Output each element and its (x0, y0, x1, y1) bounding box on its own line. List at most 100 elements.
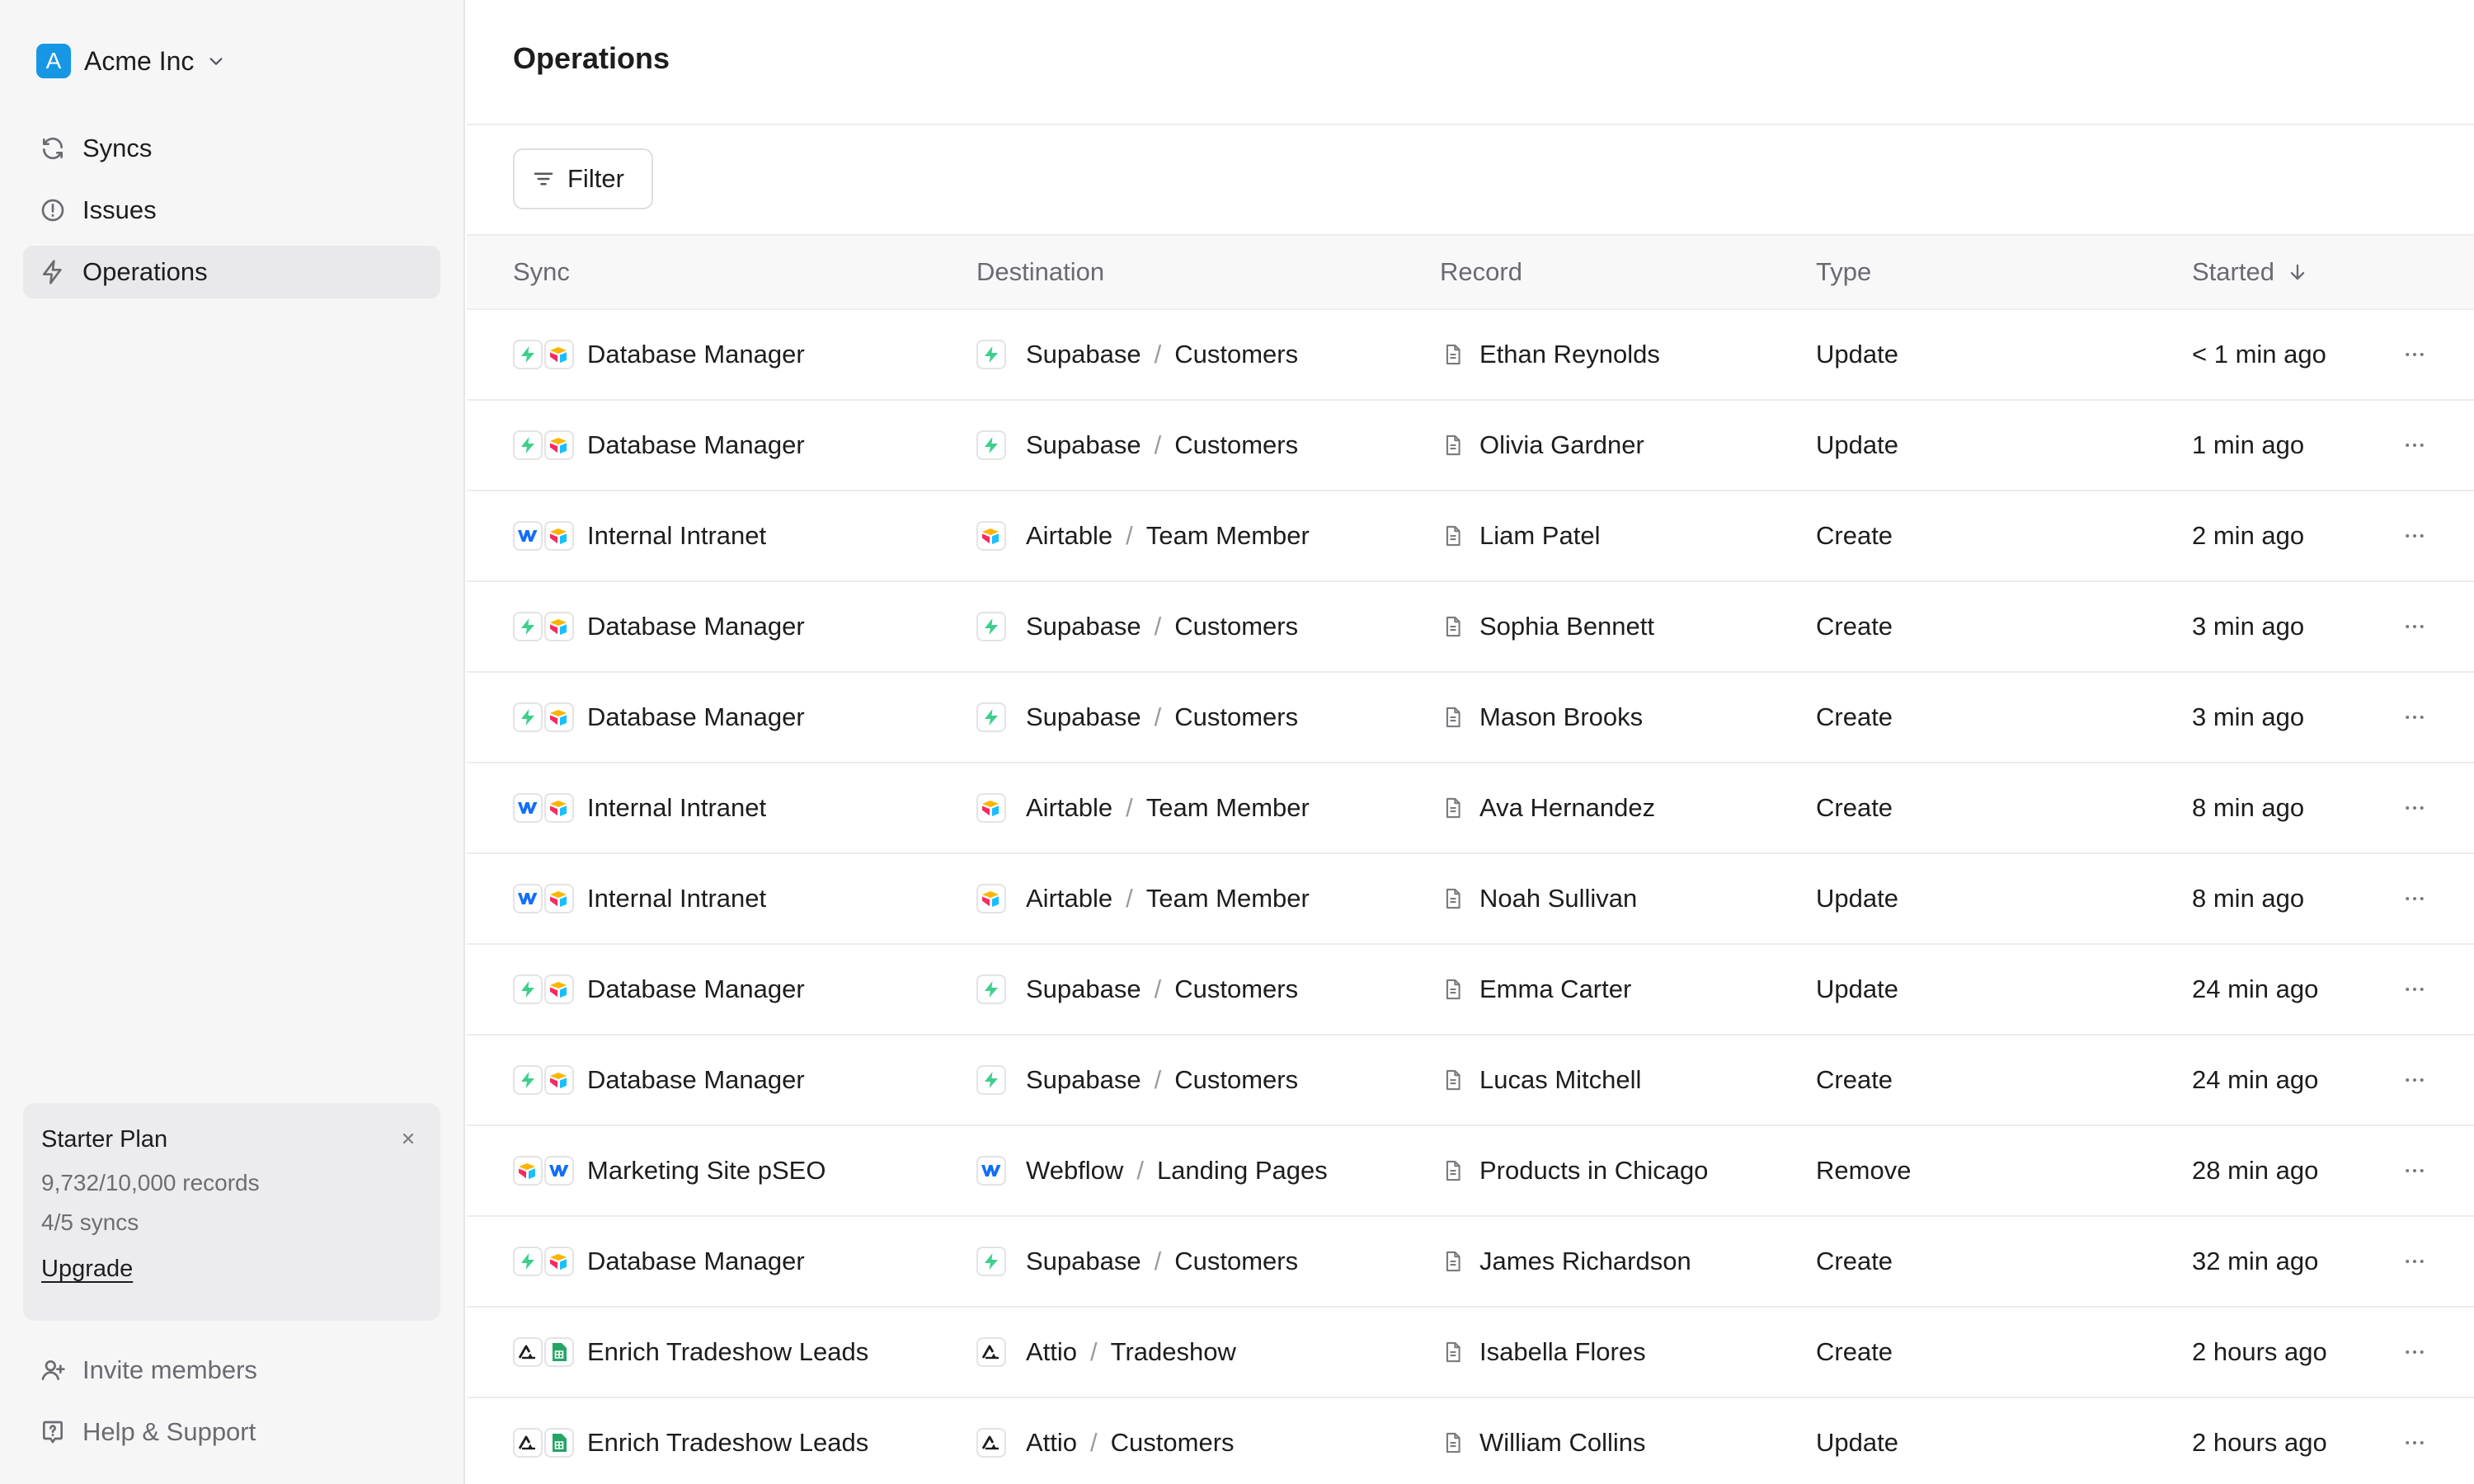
sidebar-item-syncs[interactable]: Syncs (23, 122, 440, 175)
close-icon[interactable] (397, 1128, 419, 1149)
destination-cell: Attio / Tradeshow (976, 1308, 1236, 1397)
record-cell: Noah Sullivan (1440, 854, 1637, 943)
column-header-started[interactable]: Started (2192, 257, 2309, 287)
destination-table: Customers (1174, 974, 1299, 1003)
arrow-down-icon (2290, 264, 2305, 280)
destination-table: Team Member (1145, 793, 1310, 822)
destination-app: Airtable (1026, 521, 1113, 550)
sync-cell: Database Manager (513, 673, 805, 762)
airtable-logo-icon (976, 884, 1006, 913)
supabase-logo-icon (976, 702, 1006, 732)
record-name: Mason Brooks (1479, 702, 1644, 731)
attio-logo-icon (976, 1337, 1006, 1367)
table-row[interactable]: Database Manager Supabase / Customers Emma C… (467, 945, 2474, 1036)
column-header-destination[interactable]: Destination (976, 257, 1104, 287)
more-horizontal-icon[interactable] (2398, 973, 2431, 1006)
footer-item-label: Help & Support (82, 1417, 256, 1446)
document-icon (1440, 341, 1466, 368)
supabase-logo-icon (513, 1065, 543, 1095)
destination-app: Supabase (1026, 1065, 1141, 1094)
more-horizontal-icon[interactable] (2398, 519, 2431, 552)
more-horizontal-icon[interactable] (2398, 429, 2431, 462)
more-horizontal-icon[interactable] (2398, 338, 2431, 371)
invite-members-button[interactable]: Invite members (23, 1345, 440, 1395)
table-row[interactable]: Enrich Tradeshow Leads Attio / Tradeshow Isa… (467, 1308, 2474, 1398)
slash-separator: / (1136, 1156, 1144, 1185)
slash-separator: / (1154, 1247, 1162, 1275)
more-horizontal-icon[interactable] (2398, 882, 2431, 915)
table-row[interactable]: Database Manager Supabase / Customers James … (467, 1217, 2474, 1308)
more-horizontal-icon[interactable] (2398, 791, 2431, 824)
slash-separator: / (1090, 1428, 1098, 1457)
attio-logo-icon (513, 1428, 543, 1458)
table-header: Sync Destination Record Type Started (467, 234, 2474, 310)
supabase-logo-icon (976, 430, 1006, 460)
sidebar-item-operations[interactable]: Operations (23, 246, 440, 298)
record-name: Ethan Reynolds (1479, 340, 1660, 369)
column-header-type[interactable]: Type (1816, 257, 1871, 287)
row-actions (2398, 945, 2431, 1034)
filter-button[interactable]: Filter (513, 148, 653, 209)
page-title: Operations (513, 41, 670, 75)
more-horizontal-icon[interactable] (2398, 1245, 2431, 1278)
record-cell: Emma Carter (1440, 945, 1631, 1034)
row-actions (2398, 763, 2431, 852)
webflow-logo-icon (513, 793, 543, 823)
document-icon (1440, 613, 1466, 640)
destination-table: Customers (1174, 1065, 1299, 1094)
supabase-logo-icon (513, 1247, 543, 1276)
column-header-record[interactable]: Record (1440, 257, 1522, 287)
started-cell: 8 min ago (2192, 793, 2305, 822)
sync-cell: Database Manager (513, 1217, 805, 1306)
more-horizontal-icon[interactable] (2398, 1426, 2431, 1459)
table-row[interactable]: Database Manager Supabase / Customers Olivia… (467, 401, 2474, 491)
column-header-sync[interactable]: Sync (513, 257, 570, 287)
destination-cell: Supabase / Customers (976, 945, 1298, 1034)
table-row[interactable]: Marketing Site pSEO Webflow / Landing Pages… (467, 1126, 2474, 1217)
sidebar-item-issues[interactable]: Issues (23, 184, 440, 237)
type-cell: Create (1816, 1337, 1893, 1366)
record-name: Lucas Mitchell (1479, 1065, 1642, 1094)
row-actions (2398, 582, 2431, 671)
table-row[interactable]: Database Manager Supabase / Customers Sophia… (467, 582, 2474, 673)
destination-table: Team Member (1145, 884, 1310, 913)
row-actions (2398, 1398, 2431, 1484)
chevron-down-icon (209, 58, 223, 65)
record-cell: Olivia Gardner (1440, 401, 1644, 490)
destination-app: Airtable (1026, 793, 1113, 822)
destination-table: Tradeshow (1110, 1337, 1236, 1366)
more-horizontal-icon[interactable] (2398, 701, 2431, 734)
org-logo: A (36, 44, 71, 78)
destination-app: Supabase (1026, 702, 1141, 731)
table-row[interactable]: Enrich Tradeshow Leads Attio / Customers Wil… (467, 1398, 2474, 1484)
table-row[interactable]: Database Manager Supabase / Customers Lucas … (467, 1036, 2474, 1126)
destination-cell: Supabase / Customers (976, 310, 1298, 399)
type-cell: Update (1816, 430, 1898, 459)
more-horizontal-icon[interactable] (2398, 1064, 2431, 1097)
sync-app-pair (513, 612, 574, 641)
help-support-button[interactable]: Help & Support (23, 1407, 440, 1457)
more-horizontal-icon[interactable] (2398, 610, 2431, 643)
table-row[interactable]: Internal Intranet Airtable / Team Member Noa… (467, 854, 2474, 945)
sync-app-pair (513, 1065, 574, 1095)
sync-cell: Internal Intranet (513, 854, 766, 943)
table-row[interactable]: Internal Intranet Airtable / Team Member Lia… (467, 491, 2474, 582)
attio-logo-icon (513, 1337, 543, 1367)
table-row[interactable]: Internal Intranet Airtable / Team Member Ava… (467, 763, 2474, 854)
supabase-logo-icon (976, 340, 1006, 369)
more-horizontal-icon[interactable] (2398, 1336, 2431, 1369)
type-cell: Update (1816, 1428, 1898, 1457)
airtable-logo-icon (544, 1247, 574, 1276)
table-row[interactable]: Database Manager Supabase / Customers Mason … (467, 673, 2474, 763)
airtable-logo-icon (544, 974, 574, 1004)
upgrade-link[interactable]: Upgrade (41, 1256, 133, 1283)
org-switcher[interactable]: A Acme Inc (36, 43, 225, 79)
document-icon (1440, 1067, 1466, 1093)
airtable-logo-icon (544, 430, 574, 460)
destination-table: Landing Pages (1156, 1156, 1328, 1185)
started-cell: 3 min ago (2192, 702, 2305, 731)
more-horizontal-icon[interactable] (2398, 1154, 2431, 1187)
sync-cell: Database Manager (513, 1036, 805, 1125)
google-sheets-logo-icon (544, 1337, 574, 1367)
table-row[interactable]: Database Manager Supabase / Customers Ethan … (467, 310, 2474, 401)
